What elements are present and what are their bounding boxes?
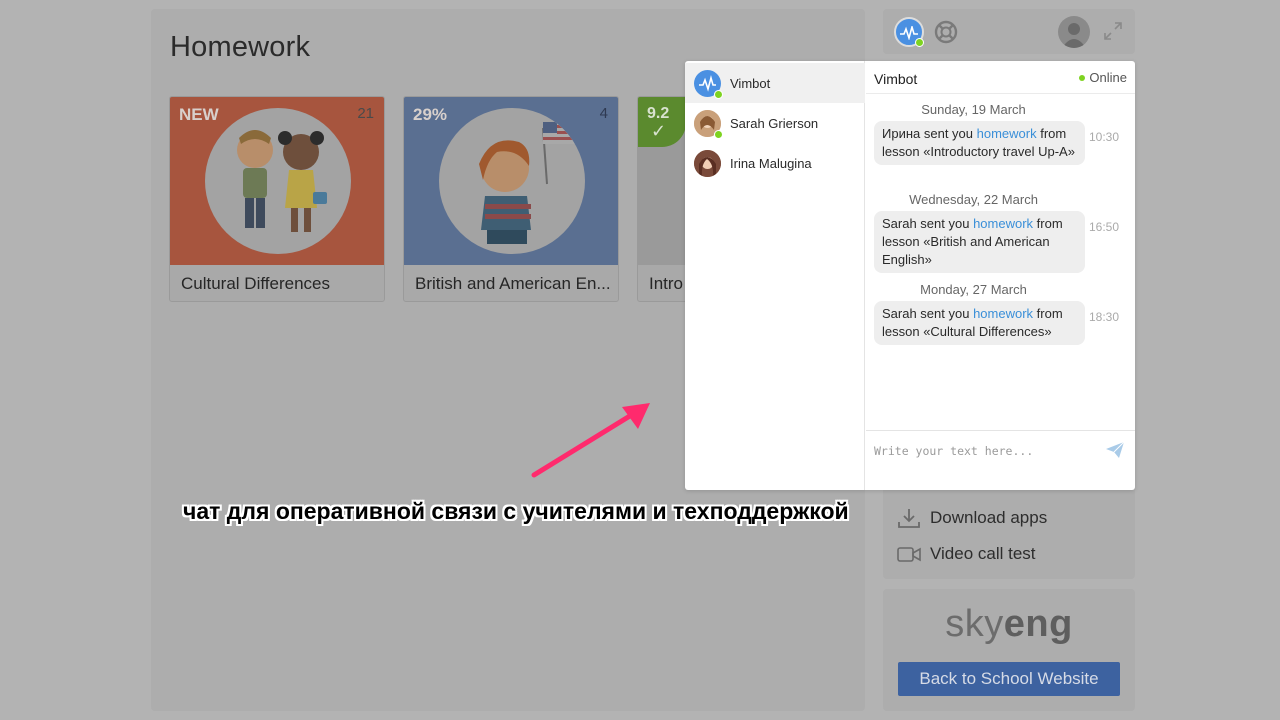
sidebar-menu: Download apps Video call test (883, 490, 1135, 579)
back-to-school-button[interactable]: Back to School Website (898, 662, 1120, 696)
skyeng-logo[interactable]: skyeng (883, 603, 1135, 646)
contact-vimbot[interactable]: Vimbot (685, 63, 865, 103)
task-count: 4 (599, 105, 608, 122)
menu-item-label: Video call test (930, 544, 1036, 563)
online-indicator (714, 90, 723, 99)
girl-with-flag-illustration (439, 108, 585, 254)
menu-item-video-call-test[interactable]: Video call test (897, 544, 1036, 564)
message-time: 18:30 (1089, 310, 1120, 324)
send-icon[interactable] (1105, 441, 1125, 459)
annotation-arrow (531, 403, 650, 478)
homework-link[interactable]: homework (973, 306, 1033, 321)
chat-popup: Vimbot Sarah Grierson Irina Malugina Vim… (685, 61, 1135, 490)
expand-icon[interactable] (1104, 22, 1122, 40)
new-badge: NEW (179, 105, 219, 124)
message-composer (866, 430, 1135, 490)
task-count: 21 (357, 105, 374, 122)
brand-panel: skyeng Back to School Website (883, 589, 1135, 711)
message-time: 10:30 (1089, 130, 1120, 144)
message-input[interactable] (874, 441, 1094, 461)
date-separator: Wednesday, 22 March (909, 192, 1038, 207)
message-bubble: Ирина sent you homework from lesson «Int… (874, 121, 1085, 165)
contact-name: Vimbot (730, 76, 771, 91)
online-dot-icon (1079, 74, 1086, 81)
date-separator: Sunday, 19 March (921, 102, 1026, 117)
message-bubble: Sarah sent you homework from lesson «Cul… (874, 301, 1085, 345)
conversation-pane: Vimbot Online Sunday, 19 March Ирина sen… (866, 61, 1135, 490)
avatar (694, 150, 721, 177)
chat-toggle-button[interactable] (894, 17, 924, 47)
card-title: Cultural Differences (181, 274, 330, 293)
user-avatar-icon[interactable] (1058, 16, 1090, 48)
download-icon (898, 509, 920, 528)
card-cover: 29% 4 (404, 97, 618, 265)
contact-name: Sarah Grierson (730, 116, 819, 131)
menu-item-label: Download apps (930, 508, 1048, 527)
pulse-icon (900, 26, 918, 40)
video-camera-icon (897, 547, 921, 562)
lifebuoy-icon[interactable] (934, 20, 958, 44)
score-badge: 9.2 ✓ (638, 97, 686, 147)
message-bubble: Sarah sent you homework from lesson «Bri… (874, 211, 1085, 273)
contact-sarah-grierson[interactable]: Sarah Grierson (685, 103, 865, 143)
menu-item-download-apps[interactable]: Download apps (897, 508, 1047, 528)
homework-card-british-american[interactable]: 29% 4 British and American En... (403, 96, 619, 302)
online-indicator (714, 130, 723, 139)
conversation-title: Vimbot (874, 71, 918, 87)
homework-link[interactable]: homework (977, 126, 1037, 141)
online-indicator (915, 38, 924, 47)
progress-badge: 29% (413, 105, 448, 124)
kids-illustration (205, 108, 351, 254)
top-toolbar (883, 9, 1135, 54)
card-title: Intro (649, 274, 684, 293)
date-separator: Monday, 27 March (920, 282, 1027, 297)
homework-card-cultural-differences[interactable]: NEW 21 Cultural Differences (169, 96, 385, 302)
contact-list: Vimbot Sarah Grierson Irina Malugina (685, 61, 865, 490)
message-time: 16:50 (1089, 220, 1120, 234)
page-title: Homework (170, 31, 311, 63)
contact-irina-malugina[interactable]: Irina Malugina (685, 143, 865, 183)
contact-name: Irina Malugina (730, 156, 812, 171)
status-badge: Online (1079, 70, 1127, 85)
homework-link[interactable]: homework (973, 216, 1033, 231)
check-icon: ✓ (651, 121, 667, 141)
card-title: British and American En... (415, 274, 611, 293)
card-cover: NEW 21 (170, 97, 384, 265)
annotation-caption: чат для оперативной связи с учителями и … (183, 498, 849, 524)
conversation-header: Vimbot Online (866, 61, 1135, 94)
